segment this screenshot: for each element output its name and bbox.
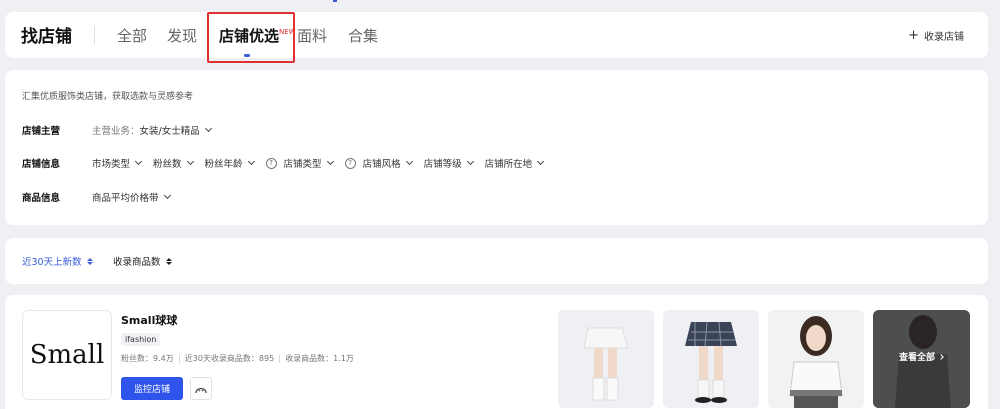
shop-logo[interactable]: Small xyxy=(22,310,112,400)
tab-discover[interactable]: 发现 xyxy=(167,25,197,46)
chevron-down-icon xyxy=(186,157,194,166)
filter-row-label: 店铺主营 xyxy=(22,126,61,137)
product-image xyxy=(663,310,759,408)
sort-collected-count[interactable]: 收录商品数 xyxy=(113,254,172,268)
filter-row-main-business: 店铺主营 主营业务： 女装/女士精品 xyxy=(22,123,223,137)
fans-count-dropdown[interactable]: 粉丝数 xyxy=(153,156,194,170)
product-thumbnail[interactable] xyxy=(663,310,759,408)
product-image xyxy=(768,310,864,408)
sort-arrows-icon xyxy=(165,257,172,265)
header-divider xyxy=(94,26,95,44)
dropdown-label: 店铺风格 xyxy=(362,159,401,170)
chevron-down-icon xyxy=(247,157,255,166)
view-all-label-wrap: 查看全部 xyxy=(899,350,944,363)
filter-row-product-info: 商品信息 商品平均价格带 xyxy=(22,190,182,204)
chevron-down-icon xyxy=(163,191,171,200)
shop-location-dropdown[interactable]: 店铺所在地 xyxy=(484,156,545,170)
sort-label: 近30天上新数 xyxy=(22,257,82,268)
chevron-down-icon xyxy=(134,157,143,166)
stat-separator xyxy=(178,354,180,363)
tab-fabric[interactable]: 面料 xyxy=(297,25,327,46)
sort-label: 收录商品数 xyxy=(113,257,161,268)
dropdown-label: 店铺所在地 xyxy=(484,159,533,170)
sort-new-30d[interactable]: 近30天上新数 xyxy=(22,254,93,268)
dropdown-label: 店铺等级 xyxy=(423,159,462,170)
shop-tag: ifashion xyxy=(121,333,161,346)
shop-style-dropdown[interactable]: ? 店铺风格 xyxy=(344,156,413,170)
shop-stats: 粉丝数：9.4万 近30天收录商品数：895 收录商品数：1.1万 xyxy=(121,353,354,364)
stat-separator xyxy=(279,354,281,363)
tab-all[interactable]: 全部 xyxy=(117,25,147,46)
view-all-button[interactable]: 查看全部 xyxy=(873,310,970,408)
filter-description: 汇集优质服饰类店铺，获取选款与灵感参考 xyxy=(22,92,194,102)
tab-highlight-box xyxy=(207,12,295,63)
shop-card: Small Small球球 ifashion 粉丝数：9.4万 近30天收录商品… xyxy=(5,295,988,409)
dropdown-label: 市场类型 xyxy=(92,159,131,170)
help-icon[interactable]: ? xyxy=(265,157,277,169)
chevron-down-icon xyxy=(466,157,474,166)
price-range-dropdown[interactable]: 商品平均价格带 xyxy=(92,190,171,204)
dropdown-label: 商品平均价格带 xyxy=(92,193,159,204)
dropdown-label: 粉丝数 xyxy=(153,159,182,170)
fans-count: 粉丝数：9.4万 xyxy=(121,354,174,363)
product-image xyxy=(558,310,654,408)
collected-count: 收录商品数：1.1万 xyxy=(285,354,354,363)
monitor-shop-button[interactable]: 监控店铺 xyxy=(121,377,183,400)
view-all-label: 查看全部 xyxy=(899,353,936,363)
shop-name[interactable]: Small球球 xyxy=(121,312,177,328)
chevron-down-icon xyxy=(204,124,212,133)
main-business-dropdown[interactable]: 主营业务： 女装/女士精品 xyxy=(92,123,212,137)
filter-panel: 汇集优质服饰类店铺，获取选款与灵感参考 店铺主营 主营业务： 女装/女士精品 店… xyxy=(5,70,988,225)
help-icon[interactable]: ? xyxy=(344,157,356,169)
header-bar: 找店铺 全部 发现 店铺优选 NEW 面料 合集 + 收录店铺 xyxy=(5,12,988,58)
shop-level-dropdown[interactable]: 店铺等级 xyxy=(423,156,474,170)
product-thumbnail[interactable] xyxy=(558,310,654,408)
top-scroll-indicator xyxy=(333,0,337,2)
plus-icon: + xyxy=(908,27,919,43)
main-business-value: 女装/女士精品 xyxy=(139,126,200,137)
more-options-button[interactable] xyxy=(190,377,212,400)
fans-age-dropdown[interactable]: 粉丝年龄 xyxy=(204,156,255,170)
shop-type-dropdown[interactable]: ? 店铺类型 xyxy=(265,156,334,170)
new-30d-count: 近30天收录商品数：895 xyxy=(184,354,275,363)
market-type-dropdown[interactable]: 市场类型 xyxy=(92,156,143,170)
filter-row-shop-info: 店铺信息 市场类型 粉丝数 粉丝年龄 ? 店铺类型 ? 店铺风格 店铺等级 店铺所在… xyxy=(22,156,555,170)
chevron-down-icon xyxy=(405,157,413,166)
face-icon xyxy=(195,387,207,393)
tab-collections[interactable]: 合集 xyxy=(348,25,378,46)
filter-row-label: 商品信息 xyxy=(22,193,61,204)
page-title: 找店铺 xyxy=(21,27,72,47)
dropdown-label: 粉丝年龄 xyxy=(204,159,243,170)
dropdown-label: 店铺类型 xyxy=(283,159,322,170)
sort-arrows-icon xyxy=(86,257,93,265)
main-business-prefix: 主营业务： xyxy=(92,126,140,137)
chevron-down-icon xyxy=(326,157,334,166)
collect-shop-button[interactable]: + 收录店铺 xyxy=(908,27,964,44)
chevron-right-icon xyxy=(938,353,944,360)
collect-shop-label: 收录店铺 xyxy=(924,32,964,43)
chevron-down-icon xyxy=(537,157,545,166)
product-thumbnail[interactable] xyxy=(768,310,864,408)
sort-bar: 近30天上新数 收录商品数 xyxy=(5,238,988,284)
filter-row-label: 店铺信息 xyxy=(22,159,61,170)
